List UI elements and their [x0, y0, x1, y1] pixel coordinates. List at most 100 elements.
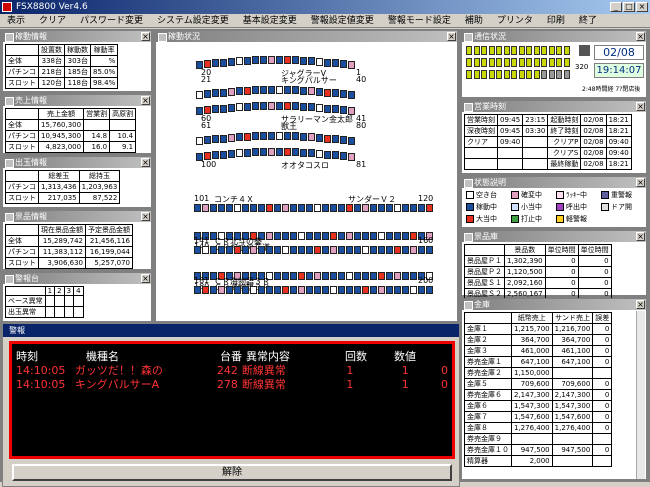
pachinko-seat[interactable] [322, 232, 329, 240]
pachinko-seat[interactable] [314, 204, 321, 212]
slot-seat[interactable] [244, 86, 251, 95]
slot-seat[interactable] [252, 86, 259, 95]
pachinko-seat[interactable] [250, 286, 257, 294]
pachinko-seat[interactable] [226, 286, 233, 294]
slot-seat[interactable] [244, 132, 251, 141]
pachinko-seat[interactable] [306, 232, 313, 240]
slot-seat[interactable] [228, 133, 235, 142]
pachinko-seat[interactable] [298, 204, 305, 212]
slot-seat[interactable] [340, 90, 347, 99]
pachinko-seat[interactable] [282, 272, 289, 280]
slot-seat[interactable] [220, 150, 227, 159]
pachinko-seat[interactable] [250, 204, 257, 212]
pachinko-seat[interactable] [386, 204, 393, 212]
pachinko-seat[interactable] [418, 204, 425, 212]
slot-seat[interactable] [212, 135, 219, 144]
slot-seat[interactable] [316, 103, 323, 112]
pachinko-seat[interactable] [402, 204, 409, 212]
menu-item-3[interactable]: システム設定変更 [150, 14, 236, 27]
menu-item-10[interactable]: 終了 [572, 14, 604, 27]
slot-seat[interactable] [268, 132, 275, 140]
pachinko-seat[interactable] [194, 286, 201, 294]
close-icon[interactable]: × [636, 232, 645, 241]
pachinko-seat[interactable] [410, 246, 417, 254]
slot-seat[interactable] [268, 86, 275, 94]
pachinko-seat[interactable] [250, 246, 257, 254]
pachinko-seat[interactable] [362, 246, 369, 254]
kinko-scrollbar[interactable] [636, 311, 645, 479]
slot-seat[interactable] [196, 137, 203, 146]
close-icon[interactable]: × [636, 32, 645, 41]
pachinko-seat[interactable] [394, 272, 401, 280]
pachinko-seat[interactable] [314, 246, 321, 254]
pachinko-seat[interactable] [298, 272, 305, 280]
menu-item-2[interactable]: パスワード変更 [73, 14, 150, 27]
pachinko-seat[interactable] [210, 246, 217, 254]
menu-item-1[interactable]: クリア [32, 14, 73, 27]
close-icon[interactable]: × [141, 96, 150, 105]
pachinko-seat[interactable] [290, 232, 297, 240]
slot-seat[interactable] [348, 137, 355, 146]
pachinko-seat[interactable] [274, 246, 281, 254]
pachinko-seat[interactable] [290, 204, 297, 212]
slot-seat[interactable] [244, 148, 251, 157]
pachinko-seat[interactable] [330, 232, 337, 240]
pachinko-seat[interactable] [306, 204, 313, 212]
pachinko-seat[interactable] [234, 246, 241, 254]
slot-seat[interactable] [236, 87, 243, 96]
pachinko-seat[interactable] [378, 232, 385, 240]
pachinko-seat[interactable] [346, 232, 353, 240]
pachinko-seat[interactable] [354, 272, 361, 280]
pachinko-seat[interactable] [378, 246, 385, 254]
close-button[interactable]: × [636, 2, 648, 12]
pachinko-seat[interactable] [282, 204, 289, 212]
slot-seat[interactable] [220, 134, 227, 143]
slot-seat[interactable] [332, 135, 339, 144]
pachinko-seat[interactable] [338, 286, 345, 294]
pachinko-seat[interactable] [274, 204, 281, 212]
slot-seat[interactable] [228, 103, 235, 112]
slot-seat[interactable] [220, 88, 227, 97]
slot-seat[interactable] [292, 132, 299, 141]
pachinko-seat[interactable] [402, 272, 409, 280]
pachinko-seat[interactable] [282, 246, 289, 254]
pachinko-seat[interactable] [234, 286, 241, 294]
pachinko-seat[interactable] [394, 246, 401, 254]
slot-seat[interactable] [324, 150, 331, 159]
pachinko-seat[interactable] [330, 246, 337, 254]
pachinko-seat[interactable] [290, 246, 297, 254]
slot-seat[interactable] [284, 132, 291, 141]
pachinko-seat[interactable] [242, 286, 249, 294]
pachinko-seat[interactable] [258, 286, 265, 294]
close-icon[interactable]: × [636, 300, 645, 309]
pachinko-seat[interactable] [370, 272, 377, 280]
slot-seat[interactable] [276, 86, 283, 94]
pachinko-seat[interactable] [346, 204, 353, 212]
slot-seat[interactable] [236, 133, 243, 142]
slot-seat[interactable] [260, 102, 267, 111]
menu-item-5[interactable]: 警報設定値変更 [304, 14, 381, 27]
pachinko-seat[interactable] [370, 232, 377, 240]
alarm-row[interactable]: 14:10:05 ガッツだ！！森の 242 断線異常 1 1 0 [12, 364, 452, 378]
close-icon[interactable]: × [447, 32, 456, 41]
slot-seat[interactable] [308, 87, 315, 96]
pachinko-seat[interactable] [306, 286, 313, 294]
pachinko-seat[interactable] [306, 246, 313, 254]
pachinko-seat[interactable] [386, 272, 393, 280]
pachinko-seat[interactable] [354, 286, 361, 294]
slot-seat[interactable] [348, 61, 355, 70]
pachinko-seat[interactable] [394, 286, 401, 294]
pachinko-seat[interactable] [378, 204, 385, 212]
slot-seat[interactable] [316, 133, 323, 142]
pachinko-seat[interactable] [218, 246, 225, 254]
pachinko-seat[interactable] [362, 272, 369, 280]
slot-seat[interactable] [228, 87, 235, 96]
pachinko-seat[interactable] [410, 272, 417, 280]
pachinko-seat[interactable] [370, 286, 377, 294]
slot-seat[interactable] [308, 149, 315, 158]
pachinko-seat[interactable] [386, 232, 393, 240]
pachinko-seat[interactable] [258, 246, 265, 254]
slot-seat[interactable] [340, 136, 347, 145]
pachinko-seat[interactable] [346, 286, 353, 294]
pachinko-seat[interactable] [402, 246, 409, 254]
